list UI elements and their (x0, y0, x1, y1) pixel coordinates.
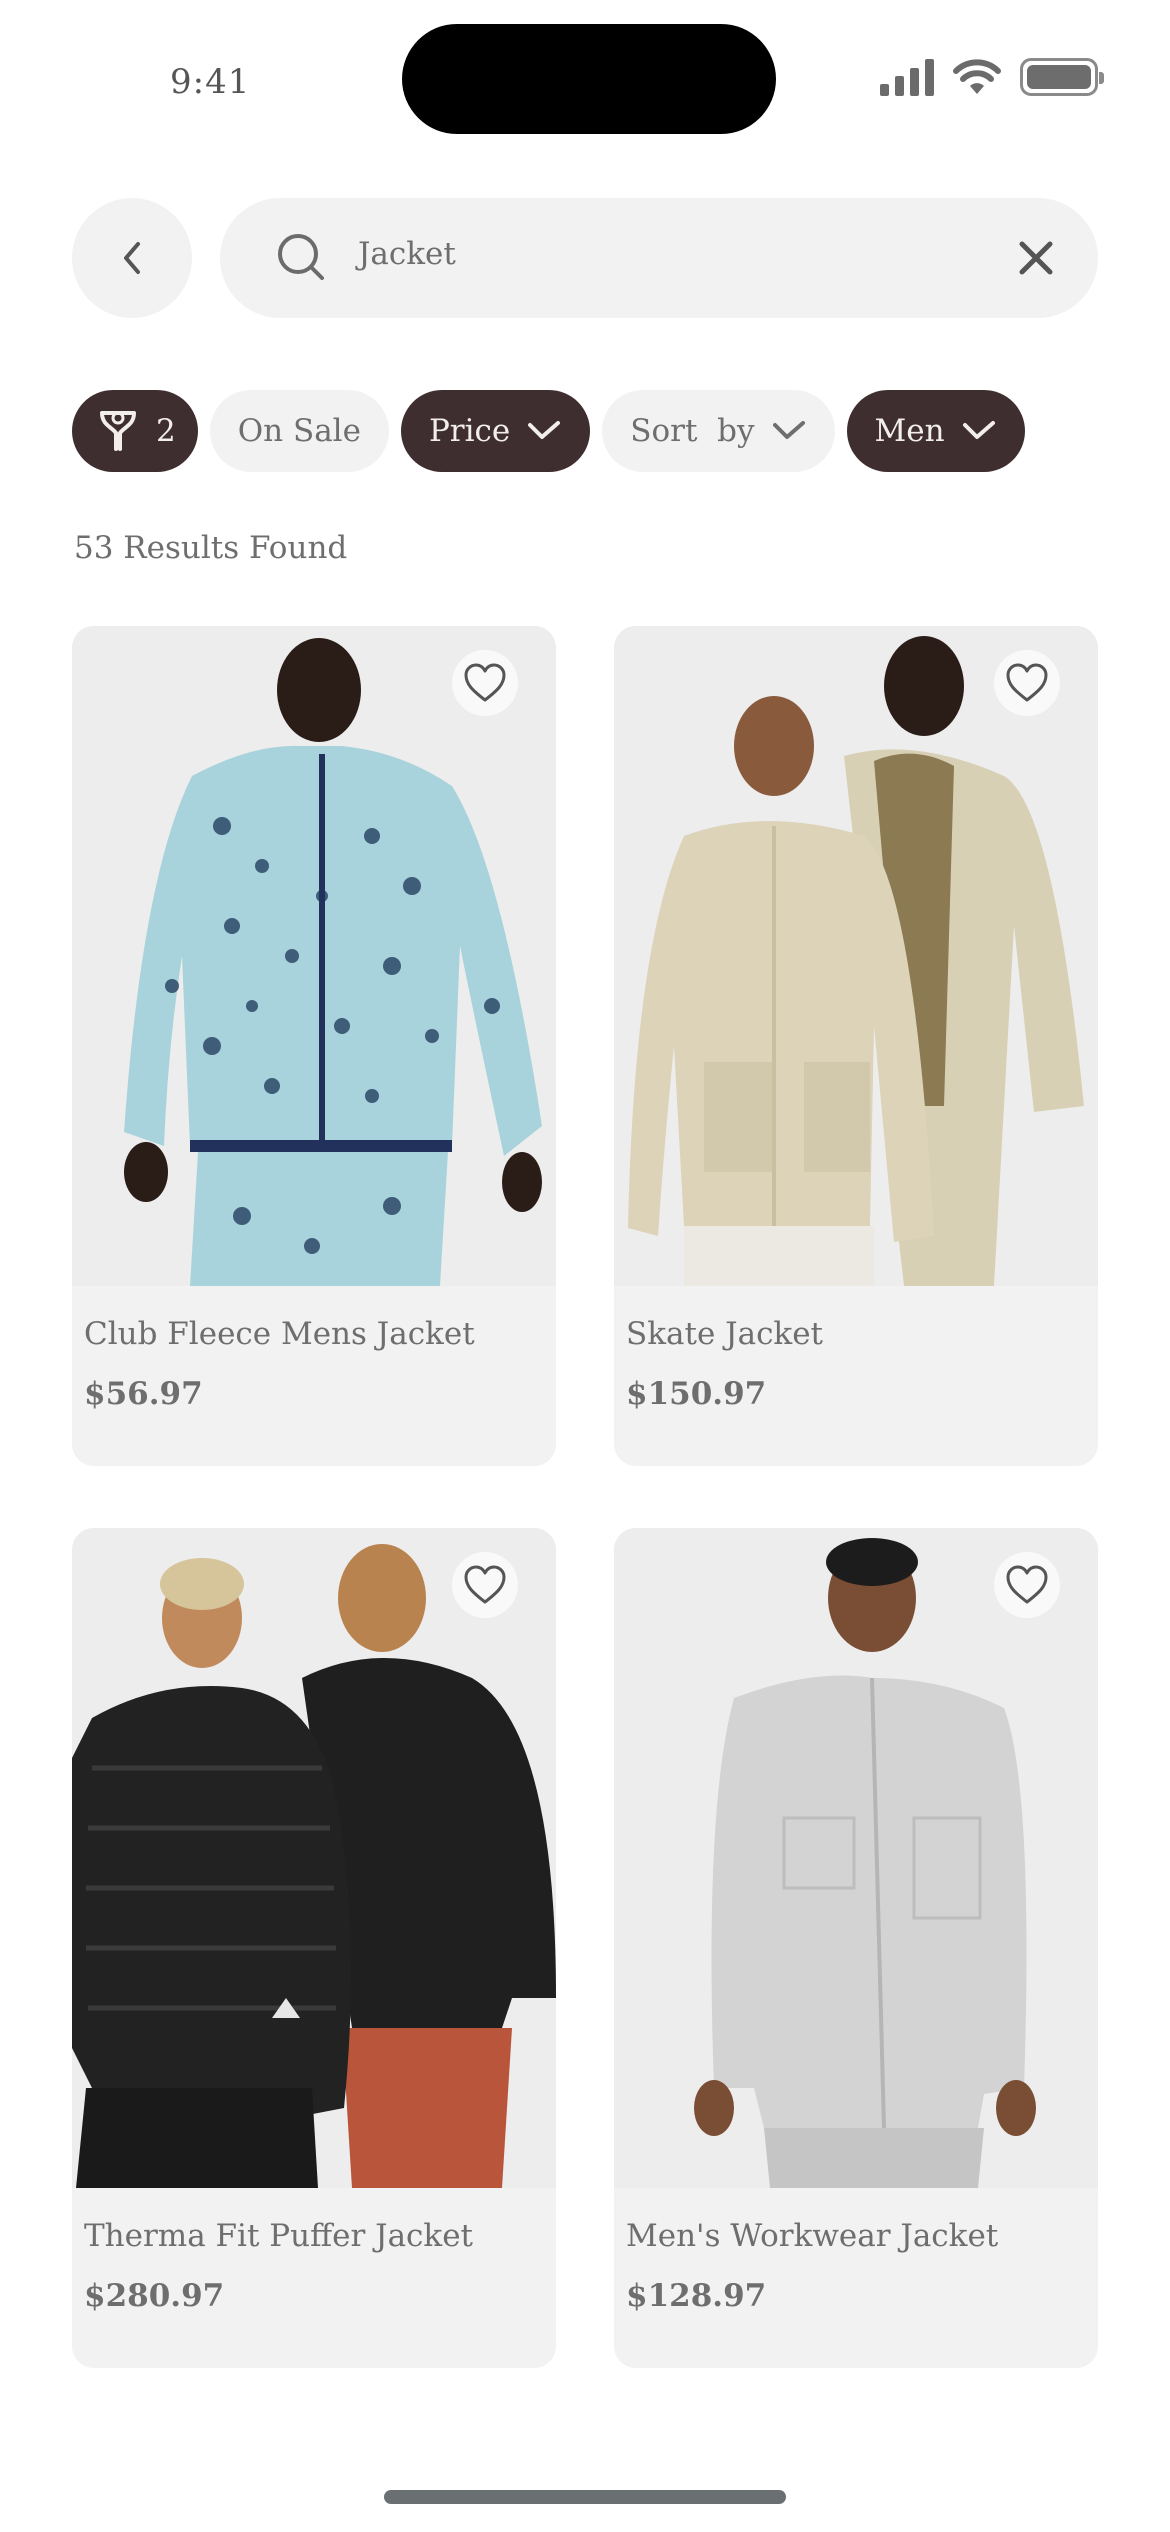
chip-price-label: Price (428, 413, 511, 449)
product-price: $150.97 (626, 1376, 767, 1412)
close-icon[interactable] (1014, 236, 1058, 280)
product-card[interactable]: Club Fleece Mens Jacket $56.97 (72, 626, 556, 1466)
heart-icon (1006, 1565, 1048, 1604)
heart-icon (1006, 663, 1048, 702)
product-info: Men's Workwear Jacket $128.97 (614, 2188, 1098, 2368)
dynamic-island (402, 24, 776, 134)
home-indicator[interactable] (384, 2490, 786, 2504)
heart-icon (464, 663, 506, 702)
chevron-down-icon (528, 421, 561, 439)
favorite-button[interactable] (994, 1552, 1060, 1618)
product-card[interactable]: Men's Workwear Jacket $128.97 (614, 1528, 1098, 2368)
product-name: Club Fleece Mens Jacket (84, 1316, 475, 1352)
favorite-button[interactable] (452, 1552, 518, 1618)
product-image (614, 1528, 1098, 2188)
chip-men[interactable]: Men (846, 390, 1025, 472)
search-input[interactable]: Jacket (358, 236, 456, 272)
product-name: Skate Jacket (626, 1316, 824, 1352)
product-card[interactable]: Therma Fit Puffer Jacket $280.97 (72, 1528, 556, 2368)
status-icons (880, 58, 1104, 96)
heart-icon (464, 1565, 506, 1604)
search-field[interactable]: Jacket (220, 198, 1098, 318)
favorite-button[interactable] (452, 650, 518, 716)
product-card[interactable]: Skate Jacket $150.97 (614, 626, 1098, 1466)
filter-button[interactable]: 2 (72, 390, 198, 472)
cellular-signal-icon (880, 58, 934, 96)
product-name: Men's Workwear Jacket (626, 2218, 999, 2254)
search-icon (278, 234, 324, 280)
status-bar: 9:41 (0, 0, 1170, 140)
results-count: 53 Results Found (74, 530, 348, 566)
product-info: Club Fleece Mens Jacket $56.97 (72, 1286, 556, 1466)
product-price: $128.97 (626, 2278, 767, 2314)
favorite-button[interactable] (994, 650, 1060, 716)
chip-on-sale[interactable]: On Sale (209, 390, 389, 472)
chevron-down-icon (772, 421, 805, 439)
product-price: $280.97 (84, 2278, 225, 2314)
product-image (614, 626, 1098, 1286)
chip-men-label: Men (874, 413, 945, 449)
product-info: Skate Jacket $150.97 (614, 1286, 1098, 1466)
product-image (72, 1528, 556, 2188)
back-button[interactable] (72, 198, 192, 318)
filter-count-badge: 2 (156, 413, 176, 449)
battery-icon (1020, 58, 1104, 96)
chevron-left-icon (124, 242, 140, 274)
product-name: Therma Fit Puffer Jacket (84, 2218, 473, 2254)
chip-price[interactable]: Price (400, 390, 591, 472)
product-price: $56.97 (84, 1376, 203, 1412)
wifi-icon (953, 59, 1001, 94)
chip-on-sale-label: On Sale (237, 413, 361, 449)
status-time: 9:41 (170, 62, 251, 102)
chevron-down-icon (962, 421, 995, 439)
product-image (72, 626, 556, 1286)
chip-sort-by-label: Sort by (630, 413, 755, 449)
chip-sort-by[interactable]: Sort by (602, 390, 835, 472)
product-info: Therma Fit Puffer Jacket $280.97 (72, 2188, 556, 2368)
filter-icon (100, 411, 136, 451)
filter-chips: 2 On Sale Price Sort by Men (72, 390, 1025, 472)
